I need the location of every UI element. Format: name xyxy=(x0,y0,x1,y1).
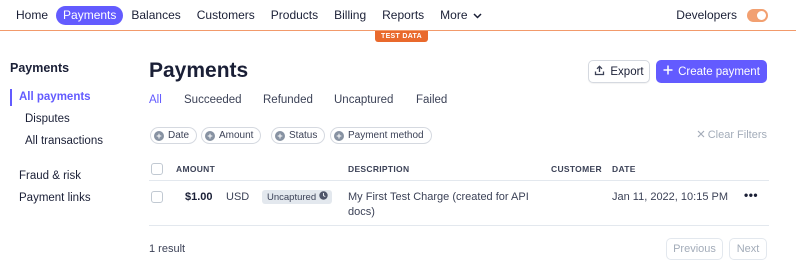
nav-item-products[interactable]: Products xyxy=(263,6,326,25)
table-row[interactable]: $1.00 USD Uncaptured My First Test Charg… xyxy=(149,182,769,226)
row-description: My First Test Charge (created for API do… xyxy=(348,191,529,218)
tab-all[interactable]: All xyxy=(149,94,162,106)
tab-uncaptured[interactable]: Uncaptured xyxy=(334,94,393,106)
page-title: Payments xyxy=(149,59,249,82)
export-label: Export xyxy=(610,65,644,78)
tab-failed[interactable]: Failed xyxy=(416,94,447,106)
nav-item-payments[interactable]: Payments xyxy=(56,6,124,25)
filter-payment-method[interactable]: + Payment method xyxy=(330,127,432,144)
sidebar-item-payment-links[interactable]: Payment links xyxy=(19,192,91,204)
clock-icon xyxy=(319,191,328,203)
toggle-knob xyxy=(757,11,766,20)
row-checkbox[interactable] xyxy=(151,191,163,203)
chevron-down-icon xyxy=(472,6,482,25)
sidebar-heading: Payments xyxy=(10,61,70,75)
sidebar-item-all-payments[interactable]: All payments xyxy=(19,91,91,103)
close-icon xyxy=(697,129,705,141)
clear-filters-label: Clear Filters xyxy=(707,129,767,141)
filter-date[interactable]: + Date xyxy=(150,127,198,144)
column-date[interactable]: DATE xyxy=(612,164,636,174)
tab-refunded[interactable]: Refunded xyxy=(263,94,313,106)
plus-icon xyxy=(663,65,673,78)
test-mode-toggle[interactable] xyxy=(747,9,768,22)
column-customer[interactable]: CUSTOMER xyxy=(551,164,602,174)
filter-amount[interactable]: + Amount xyxy=(201,127,262,144)
sidebar-item-fraud-risk[interactable]: Fraud & risk xyxy=(19,170,81,182)
result-count: 1 result xyxy=(149,243,186,255)
nav-item-balances[interactable]: Balances xyxy=(123,6,188,25)
clear-filters-button[interactable]: Clear Filters xyxy=(697,129,767,141)
filter-payment-method-label: Payment method xyxy=(348,130,424,141)
select-all-checkbox[interactable] xyxy=(151,163,163,175)
plus-circle-icon: + xyxy=(154,130,164,141)
previous-page-button[interactable]: Previous xyxy=(666,238,723,260)
sidebar-item-disputes[interactable]: Disputes xyxy=(25,113,70,125)
filter-status-label: Status xyxy=(289,130,318,141)
plus-circle-icon: + xyxy=(205,130,215,141)
nav-items: Home Payments Balances Customers Product… xyxy=(8,6,490,25)
developers-link[interactable]: Developers xyxy=(676,6,737,25)
nav-item-reports[interactable]: Reports xyxy=(374,6,432,25)
developers-area: Developers xyxy=(676,6,768,25)
row-more-actions[interactable]: ••• xyxy=(744,188,758,202)
nav-item-more[interactable]: More xyxy=(432,6,489,25)
column-amount[interactable]: AMOUNT xyxy=(176,164,215,174)
create-payment-button[interactable]: Create payment xyxy=(656,60,767,83)
nav-item-home[interactable]: Home xyxy=(8,6,56,25)
sidebar-active-indicator xyxy=(10,89,12,106)
sidebar-item-all-transactions[interactable]: All transactions xyxy=(25,135,103,147)
test-data-badge: TEST DATA xyxy=(375,31,428,42)
export-button[interactable]: Export xyxy=(588,60,650,83)
nav-item-more-label: More xyxy=(440,8,468,22)
plus-circle-icon: + xyxy=(275,130,285,141)
table-header: AMOUNT DESCRIPTION CUSTOMER DATE xyxy=(149,156,769,181)
create-payment-label: Create payment xyxy=(678,65,760,78)
row-date: Jan 11, 2022, 10:15 PM xyxy=(612,191,728,203)
row-amount: $1.00 xyxy=(185,191,213,203)
filter-date-label: Date xyxy=(168,130,190,141)
status-badge-label: Uncaptured xyxy=(267,191,317,203)
nav-item-billing[interactable]: Billing xyxy=(326,6,374,25)
nav-item-customers[interactable]: Customers xyxy=(189,6,263,25)
column-description[interactable]: DESCRIPTION xyxy=(348,164,409,174)
filter-status[interactable]: + Status xyxy=(271,127,326,144)
export-icon xyxy=(594,64,605,79)
filter-amount-label: Amount xyxy=(219,130,254,141)
plus-circle-icon: + xyxy=(334,130,344,141)
top-navigation: Home Payments Balances Customers Product… xyxy=(0,0,796,31)
status-badge: Uncaptured xyxy=(262,190,333,204)
tab-succeeded[interactable]: Succeeded xyxy=(184,94,242,106)
row-currency: USD xyxy=(226,191,250,203)
next-page-button[interactable]: Next xyxy=(729,238,767,260)
